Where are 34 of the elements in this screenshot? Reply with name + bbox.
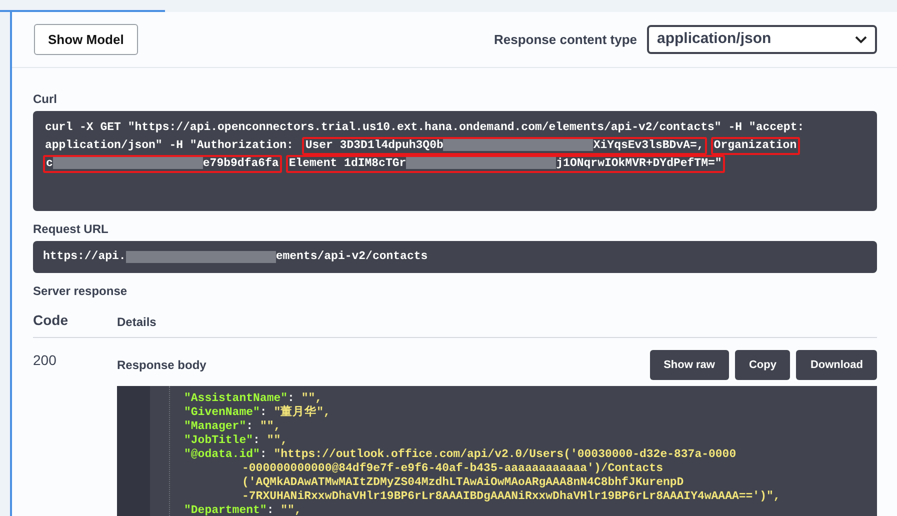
- response-code: 200: [33, 351, 58, 370]
- code-text: Element 1dIM8cTGr: [288, 157, 406, 170]
- code-text: c: [46, 157, 53, 170]
- code-text: https://api.: [43, 249, 126, 266]
- json-line: "@odata.id": "https://outlook.office.com/api/v2.0/Users('00030000-d32e-837a-0000: [184, 448, 738, 462]
- code-text: e79b9dfa6fa: [202, 157, 279, 170]
- json-line: "AssistantName": "",: [184, 392, 324, 405]
- curl-label: Curl: [33, 91, 58, 108]
- json-line: -000000000000@84df9e7f-e9f6-40af-b435-aaaaaaaaaaaa')/Contacts: [241, 462, 664, 476]
- response-action-button[interactable]: Copy: [734, 350, 790, 380]
- code-text: curl -X GET "https://api.openconnectors.trial.us10.ext.hana.ondemand.com/elements/api-v2/contacts" -H "accept:: [45, 121, 804, 134]
- code-text: j1ONqrwIOkMVR+DYdPefTM=": [556, 157, 722, 170]
- column-header: Code: [33, 311, 69, 330]
- json-line: "GivenName": "董月华",: [184, 406, 332, 420]
- json-line: "Department": "",: [184, 504, 302, 516]
- json-line: ('AQMkADAwATMwMAItZDMyZS04MzdhLTAwAiOwMAoARgAAA8nN4C8bhfJKurenpD: [241, 476, 685, 490]
- chevron-down-icon: [855, 36, 867, 44]
- server-response-label: Server response: [33, 283, 128, 300]
- code-text: Organization: [714, 139, 797, 152]
- code-text: ements/api-v2/contacts: [276, 249, 428, 266]
- request-url-label: Request URL: [33, 221, 110, 238]
- json-line: "Manager": "",: [184, 420, 282, 434]
- response-body-label: Response body: [117, 357, 206, 374]
- response-action-button[interactable]: Download: [796, 350, 877, 380]
- json-line: -7RXUHANiRxxwDhaVHlr19BP6rLr8AAAIBDgAAANiRxxwDhaVHlr19BP6rLr8AAAIY4wAAAA==')",: [241, 490, 780, 504]
- code-text: XiYqsEv3lsBDvA=,: [593, 139, 704, 152]
- json-line: "JobTitle": "",: [184, 434, 289, 448]
- show-model-button[interactable]: Show Model: [34, 24, 138, 55]
- response-action-button[interactable]: Show raw: [650, 350, 729, 380]
- code-text: User 3D3D1l4dpuh3Q0b: [305, 139, 444, 152]
- content-type-select[interactable]: application/json: [647, 25, 877, 54]
- column-header: Details: [117, 314, 156, 331]
- response-content-type-label: Response content type: [494, 30, 637, 49]
- code-text: application/json" -H "Authorization:: [45, 139, 294, 152]
